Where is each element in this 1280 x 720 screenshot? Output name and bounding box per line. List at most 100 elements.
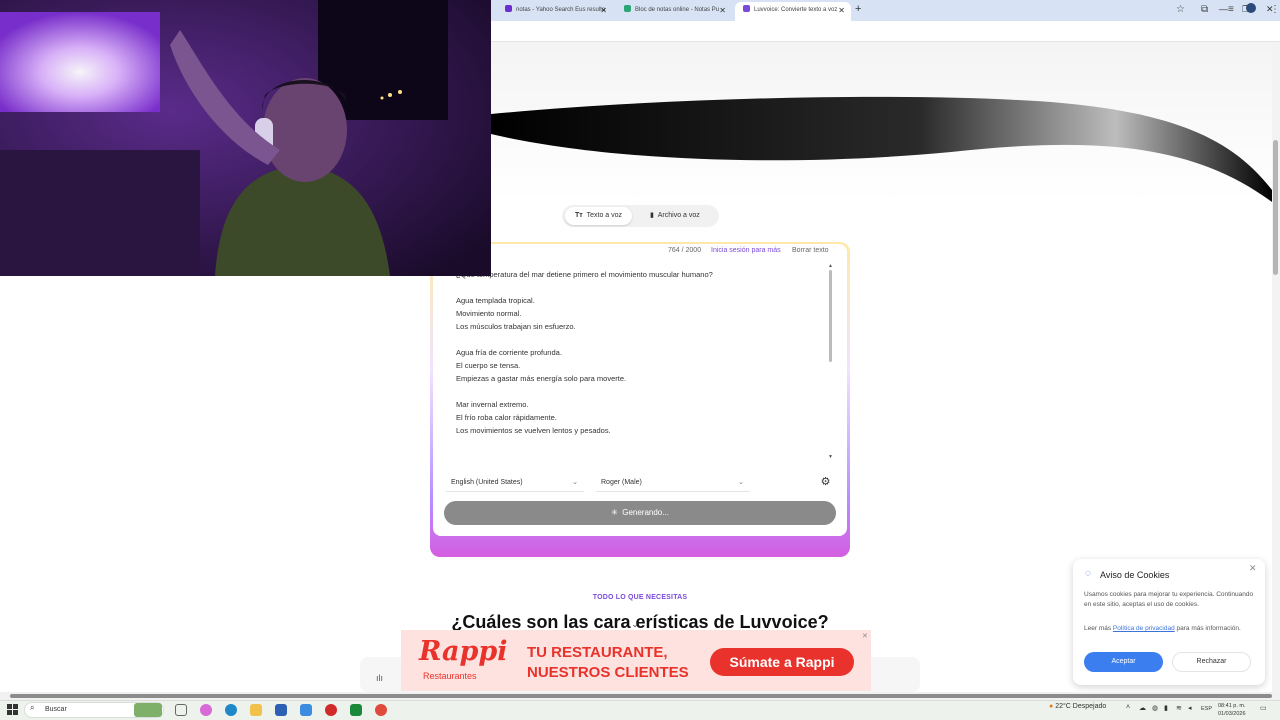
text-line: El frío roba calor rápidamente. [456,413,557,422]
store-icon[interactable] [275,704,287,716]
login-link[interactable]: Inicia sesión para más [711,247,781,254]
address-bar[interactable] [491,21,1280,42]
file-explorer-icon[interactable] [250,704,262,716]
accept-cookies-button[interactable]: Aceptar [1084,652,1163,672]
minimize-icon[interactable]: — [1219,4,1228,14]
text-type-icon: Tт [575,212,583,219]
extensions-icon[interactable]: ⧉ [1201,4,1208,15]
rappi-logo: Rappi [419,636,508,667]
language-select[interactable]: English (United States) ⌄ [446,474,584,492]
rappi-ad-banner[interactable]: Rappi Restaurantes TU RESTAURANTE, NUEST… [401,630,871,691]
hero-wave-graphic [491,42,1272,202]
section-eyebrow: TODO LO QUE NECESITAS [592,594,688,601]
textarea-scrollbar-thumb[interactable] [829,270,832,362]
scroll-up-arrow-icon[interactable]: ▲ [828,263,833,269]
browser-tab-1[interactable]: notas - Yahoo Search Eus resulta ✕ [497,2,613,21]
close-tab-icon[interactable]: ✕ [719,2,726,19]
text-line [446,385,834,398]
opera-icon[interactable] [325,704,337,716]
cookie-more-suffix: para más información. [1174,625,1241,632]
tab-title: notas - Yahoo Search Eus resulta [516,7,606,13]
browser-menu-icon[interactable]: ⋮ [1270,4,1280,15]
tab-title: Luvvoice: Convierte texto a voz [754,7,838,13]
close-tab-icon[interactable]: ✕ [838,2,845,19]
tab-file-to-speech[interactable]: ▮ Archivo a voz [640,207,710,225]
browser-tab-strip: notas - Yahoo Search Eus resulta ✕ Bloc … [491,0,1280,21]
text-line: Movimiento normal. [456,309,522,318]
ad-headline-2: NUESTROS CLIENTES [527,664,689,681]
text-line [446,281,834,294]
ad-cta-button[interactable]: Súmate a Rappi [710,648,854,676]
copilot-icon[interactable] [200,704,212,716]
clear-text-button[interactable]: Borrar texto [792,247,829,254]
task-view-icon[interactable] [175,704,187,716]
onedrive-icon[interactable]: ☁ [1139,704,1146,712]
search-icon: ⌕ [30,703,35,712]
scroll-down-arrow-icon[interactable]: ▼ [828,454,833,460]
cookie-icon: ◌ [1085,568,1091,579]
ad-collapse-chevron-icon[interactable]: ⌄ [626,619,644,631]
text-input-area[interactable]: ¿Qué temperatura del mar detiene primero… [446,268,834,462]
mode-switcher: Tт Texto a voz ▮ Archivo a voz [562,205,719,227]
text-line: Agua fría de corriente profunda. [456,348,562,357]
rappi-logo-subtitle: Restaurantes [423,671,477,681]
wifi-icon[interactable]: ≋ [1176,704,1182,712]
browser-tab-2[interactable]: Bloc de notas online - Notas Pu ✕ [616,2,732,21]
new-tab-icon[interactable]: + [855,3,861,15]
loading-spinner-icon: ✳ [611,508,618,517]
chevron-down-icon: ⌄ [738,479,744,486]
battery-icon[interactable]: ▮ [1164,704,1168,712]
tab-title: Bloc de notas online - Notas Pu [635,7,720,13]
text-line: ¿Qué temperatura del mar detiene primero… [456,270,713,279]
bookmark-star-icon[interactable]: ☆ [1176,4,1185,15]
generate-label: Generando... [622,508,669,517]
ad-close-icon[interactable]: ✕ [862,632,868,640]
ad-headline-1: TU RESTAURANTE, [527,644,668,661]
settings-gear-icon[interactable]: ⚙ [818,475,833,490]
notifications-icon[interactable]: ▭ [1260,704,1267,712]
privacy-policy-link[interactable]: Política de privacidad [1113,625,1175,632]
cookie-more-info: Leer más Política de privacidad para más… [1084,624,1256,634]
language-indicator[interactable]: ESP [1201,706,1212,712]
webcam-overlay-image [0,0,491,276]
voice-value: Roger (Male) [601,479,642,486]
mail-icon[interactable] [300,704,312,716]
edge-icon[interactable] [225,704,237,716]
text-line: Los músculos trabajan sin esfuerzo. [456,322,576,331]
close-tab-icon[interactable]: ✕ [600,2,607,19]
close-icon[interactable]: ✕ [1249,563,1257,574]
windows-start-icon[interactable] [7,704,18,715]
weather-widget[interactable]: ● 22°C Despejado [1049,703,1106,710]
page-scrollbar-thumb[interactable] [1273,140,1278,275]
chrome-icon[interactable] [375,704,387,716]
text-line: El cuerpo se tensa. [456,361,521,370]
bar-chart-icon: ılı [376,673,384,683]
text-line: Empiezas a gastar más energía solo para … [456,374,627,383]
clock-date: 01/03/2026 [1218,711,1246,717]
chevron-down-icon: ⌄ [572,479,578,486]
tab-favicon-icon [505,5,512,12]
tab-text-to-speech[interactable]: Tт Texto a voz [565,207,633,225]
reject-cookies-button[interactable]: Rechazar [1172,652,1251,672]
tab-label: Archivo a voz [657,212,700,219]
tray-chevron-icon[interactable]: ˄ [1126,704,1130,711]
network-icon[interactable]: ◍ [1152,704,1158,712]
tab-label: Texto a voz [586,212,623,219]
text-line: Agua templada tropical. [456,296,535,305]
clock-time: 08:41 p. m. [1218,703,1246,709]
voice-select[interactable]: Roger (Male) ⌄ [596,474,750,492]
profile-avatar[interactable] [1246,3,1256,13]
file-icon: ▮ [650,212,654,219]
cookie-more-prefix: Leer más [1084,625,1113,632]
horizontal-scrollbar-thumb[interactable] [10,694,1272,698]
cookie-title: Aviso de Cookies [1100,570,1170,580]
media-icon[interactable]: ≡ [1228,4,1234,15]
app-icon[interactable] [350,704,362,716]
search-highlight-image[interactable] [134,703,162,717]
browser-tab-3-active[interactable]: Luvvoice: Convierte texto a voz ✕ [735,2,851,21]
volume-icon[interactable]: ◂ [1188,704,1192,712]
clock[interactable]: 08:41 p. m. 01/03/2026 [1218,702,1246,718]
text-line: Los movimientos se vuelven lentos y pesa… [456,426,611,435]
generate-button[interactable]: ✳ Generando... [444,501,836,525]
text-line: Mar invernal extremo. [456,400,529,409]
